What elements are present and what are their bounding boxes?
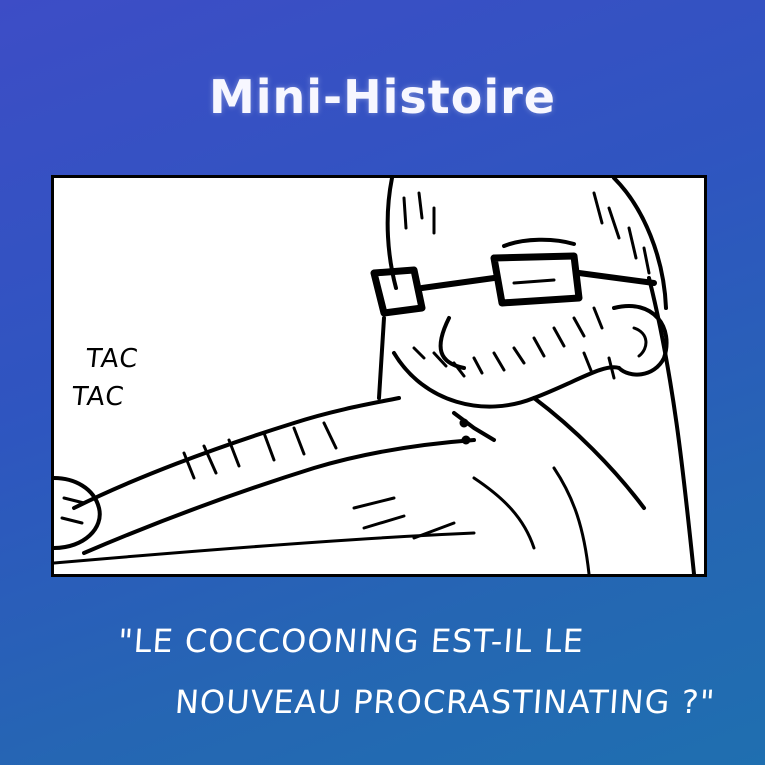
sound-effect-text: TAC <box>70 382 126 412</box>
sound-effect-text: TAC <box>84 344 140 374</box>
man-with-glasses-illustration <box>54 178 696 574</box>
caption-line-1: "LE COCCOONING EST-IL LE <box>116 622 586 660</box>
caption-line-2: NOUVEAU PROCRASTINATING ?" <box>173 683 717 721</box>
page-title: Mini-Histoire <box>208 70 557 124</box>
comic-panel: TAC TAC <box>51 175 707 577</box>
